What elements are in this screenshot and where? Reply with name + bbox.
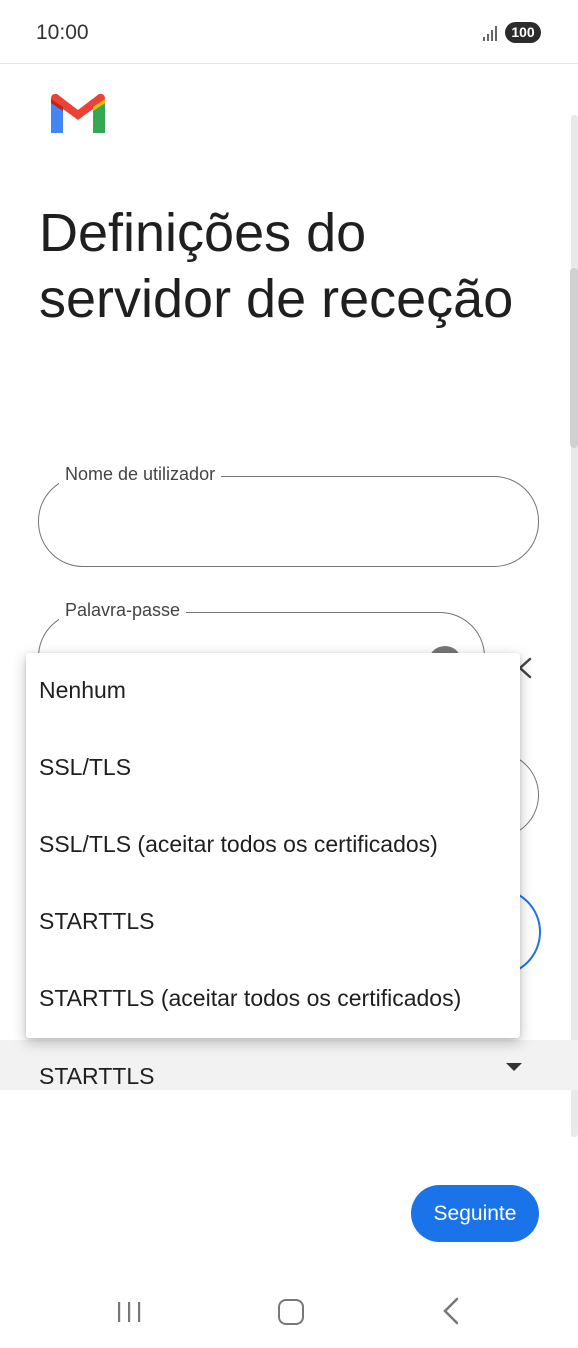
nav-back-icon[interactable]: [440, 1296, 462, 1326]
menu-item-nenhum[interactable]: Nenhum: [26, 653, 520, 730]
password-label: Palavra-passe: [59, 600, 187, 621]
next-button[interactable]: Seguinte: [411, 1185, 539, 1242]
signal-icon: [483, 26, 497, 41]
menu-item-starttls-accept-all[interactable]: STARTTLS (aceitar todos os certificados): [26, 961, 520, 1038]
menu-item-label: Nenhum: [39, 677, 126, 703]
status-time: 10:00: [36, 21, 89, 44]
username-label: Nome de utilizador: [59, 464, 222, 485]
security-type-menu: Nenhum SSL/TLS SSL/TLS (aceitar todos os…: [26, 653, 520, 1038]
nav-home-icon[interactable]: [278, 1299, 304, 1325]
menu-item-label: SSL/TLS (aceitar todos os certificados): [39, 831, 438, 857]
nav-recent-icon[interactable]: [116, 1300, 142, 1324]
menu-item-label: STARTTLS: [39, 908, 155, 934]
username-field[interactable]: Nome de utilizador: [38, 464, 539, 567]
menu-item-ssl-tls[interactable]: SSL/TLS: [26, 730, 520, 807]
menu-item-label: STARTTLS (aceitar todos os certificados): [39, 985, 462, 1011]
menu-item-label: SSL/TLS: [39, 754, 132, 780]
dropdown-arrow-icon[interactable]: [506, 1063, 522, 1071]
status-bar: 10:00 100: [0, 0, 578, 64]
battery-badge: 100: [505, 22, 541, 43]
gmail-logo: [51, 93, 105, 133]
security-type-value[interactable]: STARTTLS: [39, 1063, 154, 1090]
menu-item-starttls[interactable]: STARTTLS: [26, 884, 520, 961]
scrollbar-thumb[interactable]: [570, 268, 578, 448]
menu-item-ssl-tls-accept-all[interactable]: SSL/TLS (aceitar todos os certificados): [26, 807, 520, 884]
page-title: Definições do servidor de receção: [39, 203, 514, 329]
